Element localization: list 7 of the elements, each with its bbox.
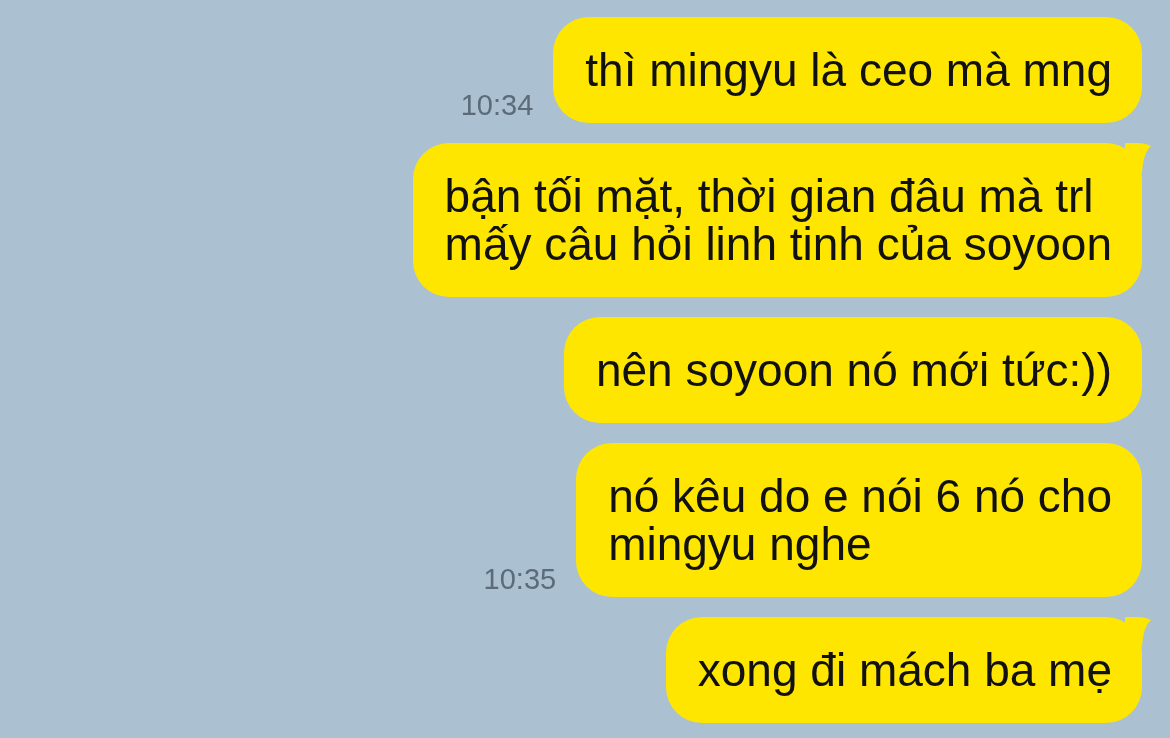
- message-bubble: nên soyoon nó mới tức:)): [563, 317, 1142, 423]
- message-bubble: thì mingyu là ceo mà mng: [553, 17, 1142, 123]
- message-bubble: xong đi mách ba mẹ: [665, 617, 1142, 723]
- message-time: 10:35: [483, 562, 557, 597]
- message-bubble: nó kêu do e nói 6 nó cho mingyu nghe: [576, 443, 1142, 597]
- message-time: 10:34: [460, 88, 534, 123]
- message-bubble: bận tối mặt, thời gian đâu mà trl mấy câu hỏi linh tinh của soyoon: [412, 143, 1142, 297]
